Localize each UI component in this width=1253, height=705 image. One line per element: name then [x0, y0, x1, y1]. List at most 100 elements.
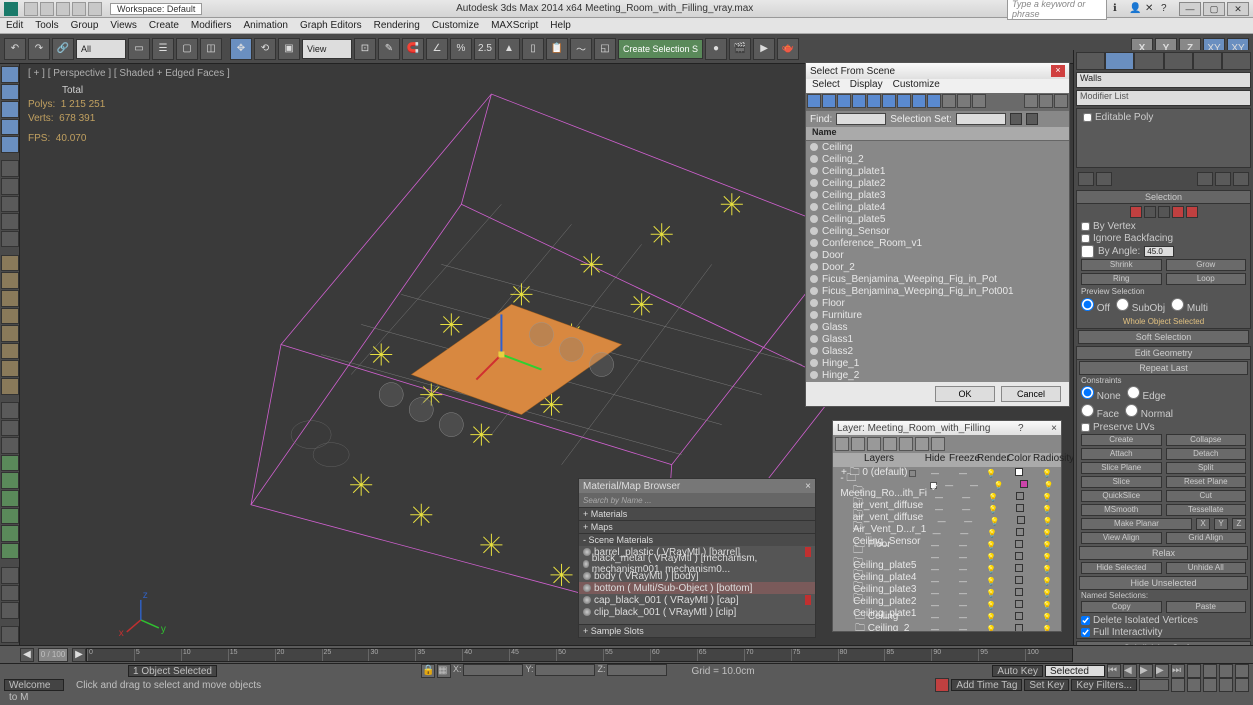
ok-button[interactable]: OK: [935, 386, 995, 402]
layer-new[interactable]: [835, 437, 849, 451]
exchange-icon[interactable]: ✕: [1145, 3, 1157, 15]
cancel-button[interactable]: Cancel: [1001, 386, 1061, 402]
scene-item[interactable]: Ceiling_plate1: [806, 165, 1069, 177]
create-plane[interactable]: [1, 231, 19, 248]
time-config[interactable]: [1171, 678, 1185, 692]
by-angle-check[interactable]: [1081, 245, 1094, 258]
setkey-button[interactable]: Set Key: [1024, 679, 1069, 691]
menu-create[interactable]: Create: [149, 20, 179, 31]
isolate-toggle[interactable]: [935, 678, 949, 692]
key-filters-button[interactable]: Key Filters...: [1071, 679, 1137, 691]
viewport-nav7[interactable]: [1219, 678, 1233, 692]
create-wall[interactable]: [1, 437, 19, 454]
preserve-uv-check[interactable]: [1081, 423, 1090, 432]
del-iso-check[interactable]: [1081, 616, 1090, 625]
create-light5[interactable]: [1, 525, 19, 542]
filter-shape[interactable]: [822, 94, 836, 108]
detach-button[interactable]: Detach: [1166, 448, 1247, 460]
spinner-snap[interactable]: 2.5: [474, 38, 496, 60]
sel-element[interactable]: [1186, 206, 1198, 218]
slice-plane-button[interactable]: Slice Plane: [1081, 462, 1162, 474]
collapse-button[interactable]: Collapse: [1166, 434, 1247, 446]
undo-button[interactable]: ↶: [4, 38, 26, 60]
create-l-ext[interactable]: [1, 378, 19, 395]
create-spindle[interactable]: [1, 360, 19, 377]
create-camera2[interactable]: [1, 585, 19, 602]
scene-item[interactable]: Floor: [806, 297, 1069, 309]
scene-item[interactable]: Glass: [806, 321, 1069, 333]
menu-tools[interactable]: Tools: [35, 20, 58, 31]
materials-section[interactable]: + Materials: [579, 507, 815, 520]
tab-hierarchy[interactable]: [1134, 52, 1163, 70]
ref-coord-dropdown[interactable]: View: [302, 39, 352, 59]
sel-border[interactable]: [1158, 206, 1170, 218]
help-search[interactable]: Type a keyword or phrase: [1007, 0, 1107, 20]
material-item[interactable]: clip_black_001 ( VRayMtl ) [clip]: [579, 606, 815, 618]
viewport-nav1[interactable]: [1187, 664, 1201, 678]
move-button[interactable]: ✥: [230, 38, 252, 60]
layer-select[interactable]: [883, 437, 897, 451]
selection-set-input[interactable]: [956, 113, 1006, 125]
material-item[interactable]: black_metal ( VRayMtl ) [mechanism, mech…: [579, 558, 815, 570]
create-foliage[interactable]: [1, 402, 19, 419]
layer-manager[interactable]: 📋: [546, 38, 568, 60]
link-button[interactable]: 🔗: [52, 38, 74, 60]
render-button[interactable]: 🫖: [777, 38, 799, 60]
quick-open[interactable]: [40, 2, 54, 16]
create-torus-knot[interactable]: [1, 272, 19, 289]
sel-vertex[interactable]: [1130, 206, 1142, 218]
selset-btn1[interactable]: [1010, 113, 1022, 125]
create-capsule[interactable]: [1, 343, 19, 360]
create-chamfer-box[interactable]: [1, 290, 19, 307]
stack-pin[interactable]: [1078, 172, 1094, 186]
layer-add[interactable]: [867, 437, 881, 451]
layer-row[interactable]: 🗀 Ceiling_2 ——💡💡: [833, 623, 1061, 631]
select-menu[interactable]: Select: [812, 79, 840, 93]
create-cone[interactable]: [1, 84, 19, 101]
filter-warp[interactable]: [882, 94, 896, 108]
tessellate-button[interactable]: Tessellate: [1166, 504, 1247, 516]
maxscript-mini[interactable]: Welcome to M: [4, 679, 64, 691]
edit-geometry-rollout[interactable]: Edit Geometry: [1077, 347, 1250, 360]
menu-graph-editors[interactable]: Graph Editors: [300, 20, 362, 31]
repeat-last-button[interactable]: Repeat Last: [1079, 361, 1248, 375]
mirror-button[interactable]: ▲: [498, 38, 520, 60]
render-setup[interactable]: 🎬: [729, 38, 751, 60]
percent-snap[interactable]: %: [450, 38, 472, 60]
scene-item[interactable]: Furniture: [806, 309, 1069, 321]
preview-multi[interactable]: [1171, 298, 1184, 311]
material-close-icon[interactable]: ×: [805, 481, 811, 492]
filter-group[interactable]: [897, 94, 911, 108]
cut-button[interactable]: Cut: [1166, 490, 1247, 502]
view-opts[interactable]: [1054, 94, 1068, 108]
view-flat[interactable]: [1024, 94, 1038, 108]
material-search[interactable]: Search by Name ...: [579, 493, 815, 507]
hide-unselected-button[interactable]: Hide Unselected: [1079, 576, 1248, 590]
object-name-field[interactable]: Walls: [1076, 72, 1251, 88]
slice-button[interactable]: Slice: [1081, 476, 1162, 488]
unhide-all-button[interactable]: Unhide All: [1166, 562, 1247, 574]
play-next[interactable]: ▶: [1155, 664, 1169, 678]
scene-item[interactable]: Ceiling_plate2: [806, 177, 1069, 189]
view-align-button[interactable]: View Align: [1081, 532, 1162, 544]
scene-item[interactable]: Hinge_2: [806, 369, 1069, 381]
view-tree[interactable]: [1039, 94, 1053, 108]
filter-helper[interactable]: [867, 94, 881, 108]
scene-item[interactable]: Ceiling_plate3: [806, 189, 1069, 201]
customize-menu[interactable]: Customize: [893, 79, 940, 93]
viewport-nav8[interactable]: [1235, 678, 1249, 692]
create-oiltank[interactable]: [1, 325, 19, 342]
scale-button[interactable]: ▣: [278, 38, 300, 60]
modifier-list-dropdown[interactable]: Modifier List: [1076, 90, 1251, 106]
viewport-nav4[interactable]: [1235, 664, 1249, 678]
menu-animation[interactable]: Animation: [243, 20, 287, 31]
sel-poly[interactable]: [1172, 206, 1184, 218]
frame-input[interactable]: [1139, 679, 1169, 691]
hide-selected-button[interactable]: Hide Selected: [1081, 562, 1162, 574]
make-planar-button[interactable]: Make Planar: [1081, 518, 1192, 530]
selset-btn2[interactable]: [1026, 113, 1038, 125]
tab-display[interactable]: [1193, 52, 1222, 70]
redo-button[interactable]: ↷: [28, 38, 50, 60]
create-box[interactable]: [1, 66, 19, 83]
stack-config[interactable]: [1233, 172, 1249, 186]
